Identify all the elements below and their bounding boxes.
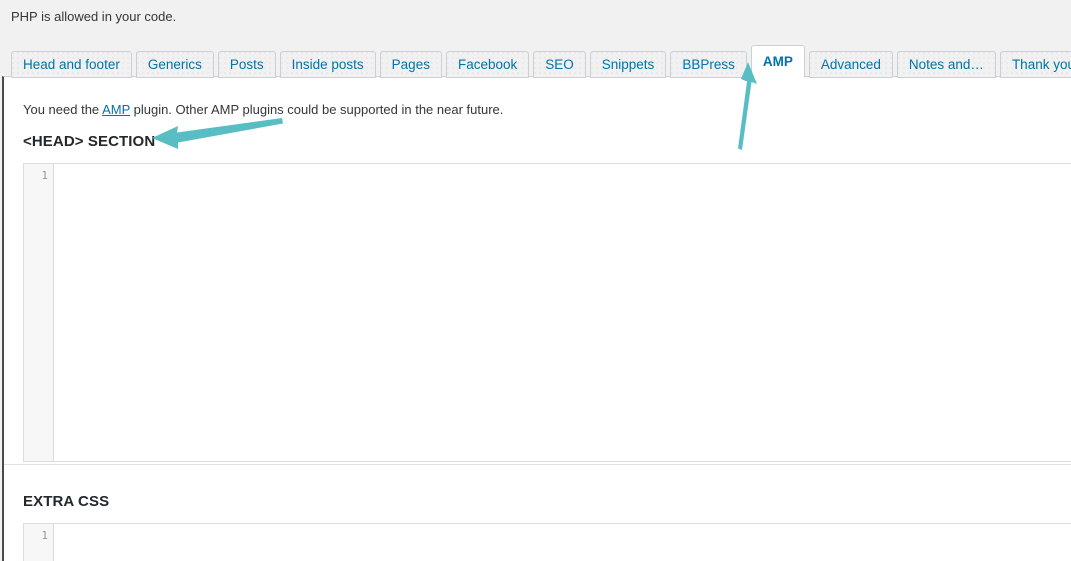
head-editor-line-number: 1 <box>41 169 48 182</box>
extra-css-code-editor[interactable]: 1 <box>23 523 1071 561</box>
tab-posts[interactable]: Posts <box>217 51 276 78</box>
settings-panel-inner: You need the AMP plugin. Other AMP plugi… <box>4 77 1071 561</box>
tab-head-and-footer[interactable]: Head and footer <box>11 51 132 78</box>
tab-seo[interactable]: SEO <box>533 51 586 78</box>
settings-panel: You need the AMP plugin. Other AMP plugi… <box>2 76 1071 561</box>
tab-pages[interactable]: Pages <box>379 51 442 78</box>
extra-css-editor-textarea[interactable] <box>55 524 1071 561</box>
head-section-code-editor[interactable]: 1 <box>23 163 1071 462</box>
tab-amp[interactable]: AMP <box>750 45 805 78</box>
tab-generics[interactable]: Generics <box>135 51 214 78</box>
tab-facebook[interactable]: Facebook <box>445 51 530 78</box>
tab-bbpress[interactable]: BBPress <box>670 51 747 78</box>
extra-css-heading: EXTRA CSS <box>23 493 110 510</box>
screen-root: PHP is allowed in your code. Head and fo… <box>0 0 1071 561</box>
tab-snippets[interactable]: Snippets <box>589 51 667 78</box>
head-editor-textarea[interactable] <box>55 164 1071 461</box>
settings-tab-bar: Head and footer Generics Posts Inside posts… <box>0 44 1071 78</box>
tab-inside-posts[interactable]: Inside posts <box>279 51 376 78</box>
amp-notice-text-after: plugin. Other AMP plugins could be suppo… <box>130 102 504 117</box>
section-divider <box>4 464 1071 465</box>
head-section-heading: <HEAD> SECTION <box>23 133 156 150</box>
tab-advanced[interactable]: Advanced <box>808 51 893 78</box>
extra-css-editor-gutter: 1 <box>24 524 54 561</box>
tab-notes-and[interactable]: Notes and… <box>896 51 996 78</box>
extra-css-editor-line-number: 1 <box>41 529 48 542</box>
head-editor-gutter: 1 <box>24 164 54 461</box>
tab-thank-you[interactable]: Thank you <box>999 51 1071 78</box>
php-allowed-note: PHP is allowed in your code. <box>11 9 177 24</box>
amp-plugin-notice: You need the AMP plugin. Other AMP plugi… <box>23 101 503 119</box>
amp-notice-text-before: You need the <box>23 102 103 117</box>
amp-plugin-link[interactable]: AMP <box>102 102 130 117</box>
